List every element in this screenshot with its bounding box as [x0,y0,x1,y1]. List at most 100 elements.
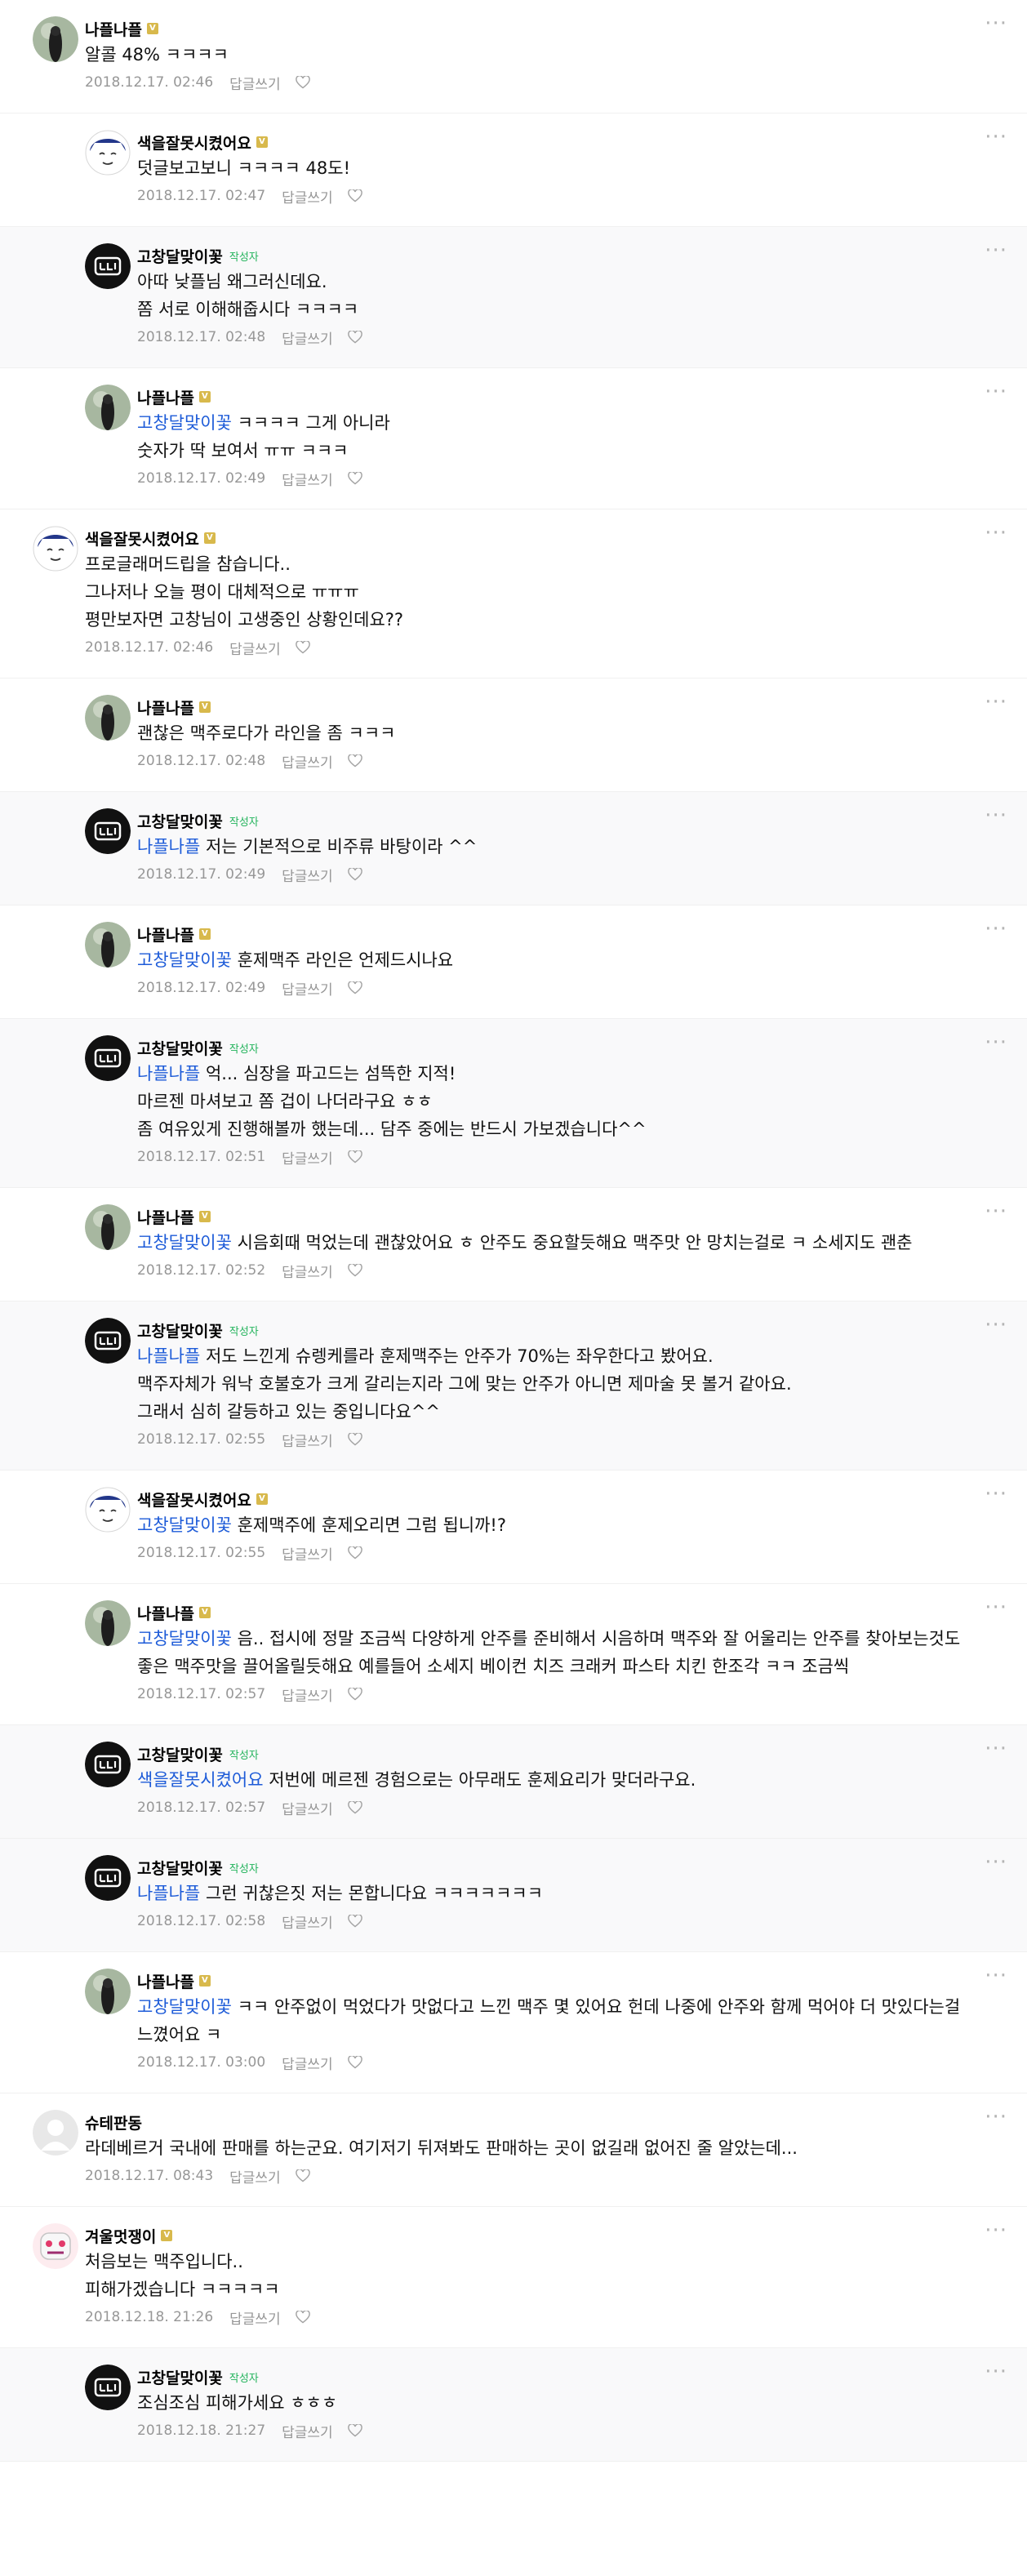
comment-nickname[interactable]: 나플나플 [137,1206,194,1228]
like-heart-icon[interactable] [347,754,362,767]
like-heart-icon[interactable] [347,331,362,344]
reply-button[interactable]: 답글쓰기 [282,186,333,207]
comment-nickname[interactable]: 고창달맞이꽃 [137,245,223,267]
comment-nickname[interactable]: 고창달맞이꽃 [137,1857,223,1879]
comment-nickname[interactable]: 슈테판동 [85,2111,142,2133]
like-heart-icon[interactable] [347,868,362,881]
mention-link[interactable]: 나플나플 [137,1346,200,1366]
like-heart-icon[interactable] [347,1801,362,1814]
more-options-icon[interactable]: ··· [985,1484,1007,1505]
reply-button[interactable]: 답글쓰기 [282,978,333,999]
avatar[interactable] [33,526,78,572]
like-heart-icon[interactable] [347,1546,362,1559]
mention-link[interactable]: 고창달맞이꽃 [137,1233,232,1252]
reply-button[interactable]: 답글쓰기 [282,1798,333,1818]
mention-link[interactable]: 고창달맞이꽃 [137,1629,232,1648]
avatar[interactable] [85,385,131,430]
comment-nickname[interactable]: 고창달맞이꽃 [137,1037,223,1059]
reply-button[interactable]: 답글쓰기 [282,751,333,772]
mention-link[interactable]: 나플나플 [137,837,200,856]
avatar[interactable] [85,243,131,289]
like-heart-icon[interactable] [347,1264,362,1277]
like-heart-icon[interactable] [347,2056,362,2069]
like-heart-icon[interactable] [347,1915,362,1928]
comment-nickname[interactable]: 고창달맞이꽃 [137,1319,223,1341]
reply-button[interactable]: 답글쓰기 [282,1430,333,1450]
more-options-icon[interactable]: ··· [985,127,1007,148]
like-heart-icon[interactable] [295,641,310,654]
reply-button[interactable]: 답글쓰기 [282,327,333,348]
avatar[interactable] [85,1600,131,1646]
more-options-icon[interactable]: ··· [985,805,1007,826]
more-options-icon[interactable]: ··· [985,381,1007,403]
mention-link[interactable]: 고창달맞이꽃 [137,1515,232,1535]
avatar[interactable] [85,1742,131,1787]
comment-nickname[interactable]: 나플나플 [137,386,194,408]
avatar[interactable] [85,695,131,741]
more-options-icon[interactable]: ··· [985,2107,1007,2128]
avatar[interactable] [85,922,131,968]
avatar[interactable] [85,130,131,176]
like-heart-icon[interactable] [347,472,362,485]
more-options-icon[interactable]: ··· [985,1965,1007,1987]
more-options-icon[interactable]: ··· [985,523,1007,544]
comment-nickname[interactable]: 색을잘못시켰어요 [137,1488,251,1510]
like-heart-icon[interactable] [347,1688,362,1701]
comment-nickname[interactable]: 색을잘못시켰어요 [137,131,251,153]
reply-button[interactable]: 답글쓰기 [282,1543,333,1564]
reply-button[interactable]: 답글쓰기 [229,2166,281,2187]
mention-link[interactable]: 고창달맞이꽃 [137,413,232,433]
avatar[interactable] [33,2110,78,2156]
like-heart-icon[interactable] [347,1433,362,1446]
avatar[interactable] [85,1035,131,1081]
avatar[interactable] [85,1318,131,1364]
like-heart-icon[interactable] [295,2311,310,2324]
avatar[interactable] [85,1855,131,1901]
comment-nickname[interactable]: 나플나플 [85,18,142,40]
avatar[interactable] [85,2365,131,2410]
like-heart-icon[interactable] [295,76,310,89]
more-options-icon[interactable]: ··· [985,1315,1007,1336]
mention-link[interactable]: 색을잘못시켰어요 [137,1770,264,1790]
reply-button[interactable]: 답글쓰기 [282,865,333,885]
comment-nickname[interactable]: 고창달맞이꽃 [137,810,223,832]
like-heart-icon[interactable] [347,2424,362,2437]
mention-link[interactable]: 고창달맞이꽃 [137,950,232,970]
reply-button[interactable]: 답글쓰기 [282,2421,333,2441]
mention-link[interactable]: 고창달맞이꽃 [137,1997,232,2017]
like-heart-icon[interactable] [295,2169,310,2182]
more-options-icon[interactable]: ··· [985,1597,1007,1618]
like-heart-icon[interactable] [347,189,362,202]
more-options-icon[interactable]: ··· [985,1201,1007,1222]
more-options-icon[interactable]: ··· [985,2361,1007,2382]
avatar[interactable] [85,1487,131,1533]
mention-link[interactable]: 나플나플 [137,1064,200,1083]
more-options-icon[interactable]: ··· [985,13,1007,34]
avatar[interactable] [85,1969,131,2014]
like-heart-icon[interactable] [347,981,362,994]
more-options-icon[interactable]: ··· [985,919,1007,940]
comment-nickname[interactable]: 고창달맞이꽃 [137,2366,223,2388]
avatar[interactable] [85,1204,131,1250]
more-options-icon[interactable]: ··· [985,1032,1007,1053]
reply-button[interactable]: 답글쓰기 [282,1684,333,1705]
more-options-icon[interactable]: ··· [985,1738,1007,1760]
more-options-icon[interactable]: ··· [985,692,1007,713]
reply-button[interactable]: 답글쓰기 [282,469,333,489]
comment-nickname[interactable]: 나플나플 [137,923,194,945]
more-options-icon[interactable]: ··· [985,240,1007,261]
comment-nickname[interactable]: 나플나플 [137,1602,194,1624]
more-options-icon[interactable]: ··· [985,2220,1007,2241]
reply-button[interactable]: 답글쓰기 [282,1261,333,1281]
avatar[interactable] [33,16,78,62]
comment-nickname[interactable]: 나플나플 [137,696,194,719]
reply-button[interactable]: 답글쓰기 [282,1911,333,1932]
reply-button[interactable]: 답글쓰기 [229,73,281,93]
reply-button[interactable]: 답글쓰기 [229,2307,281,2328]
reply-button[interactable]: 답글쓰기 [282,2053,333,2073]
more-options-icon[interactable]: ··· [985,1852,1007,1873]
comment-nickname[interactable]: 고창달맞이꽃 [137,1743,223,1765]
mention-link[interactable]: 나플나플 [137,1884,200,1903]
reply-button[interactable]: 답글쓰기 [282,1147,333,1168]
comment-nickname[interactable]: 겨울멋쟁이 [85,2225,156,2247]
